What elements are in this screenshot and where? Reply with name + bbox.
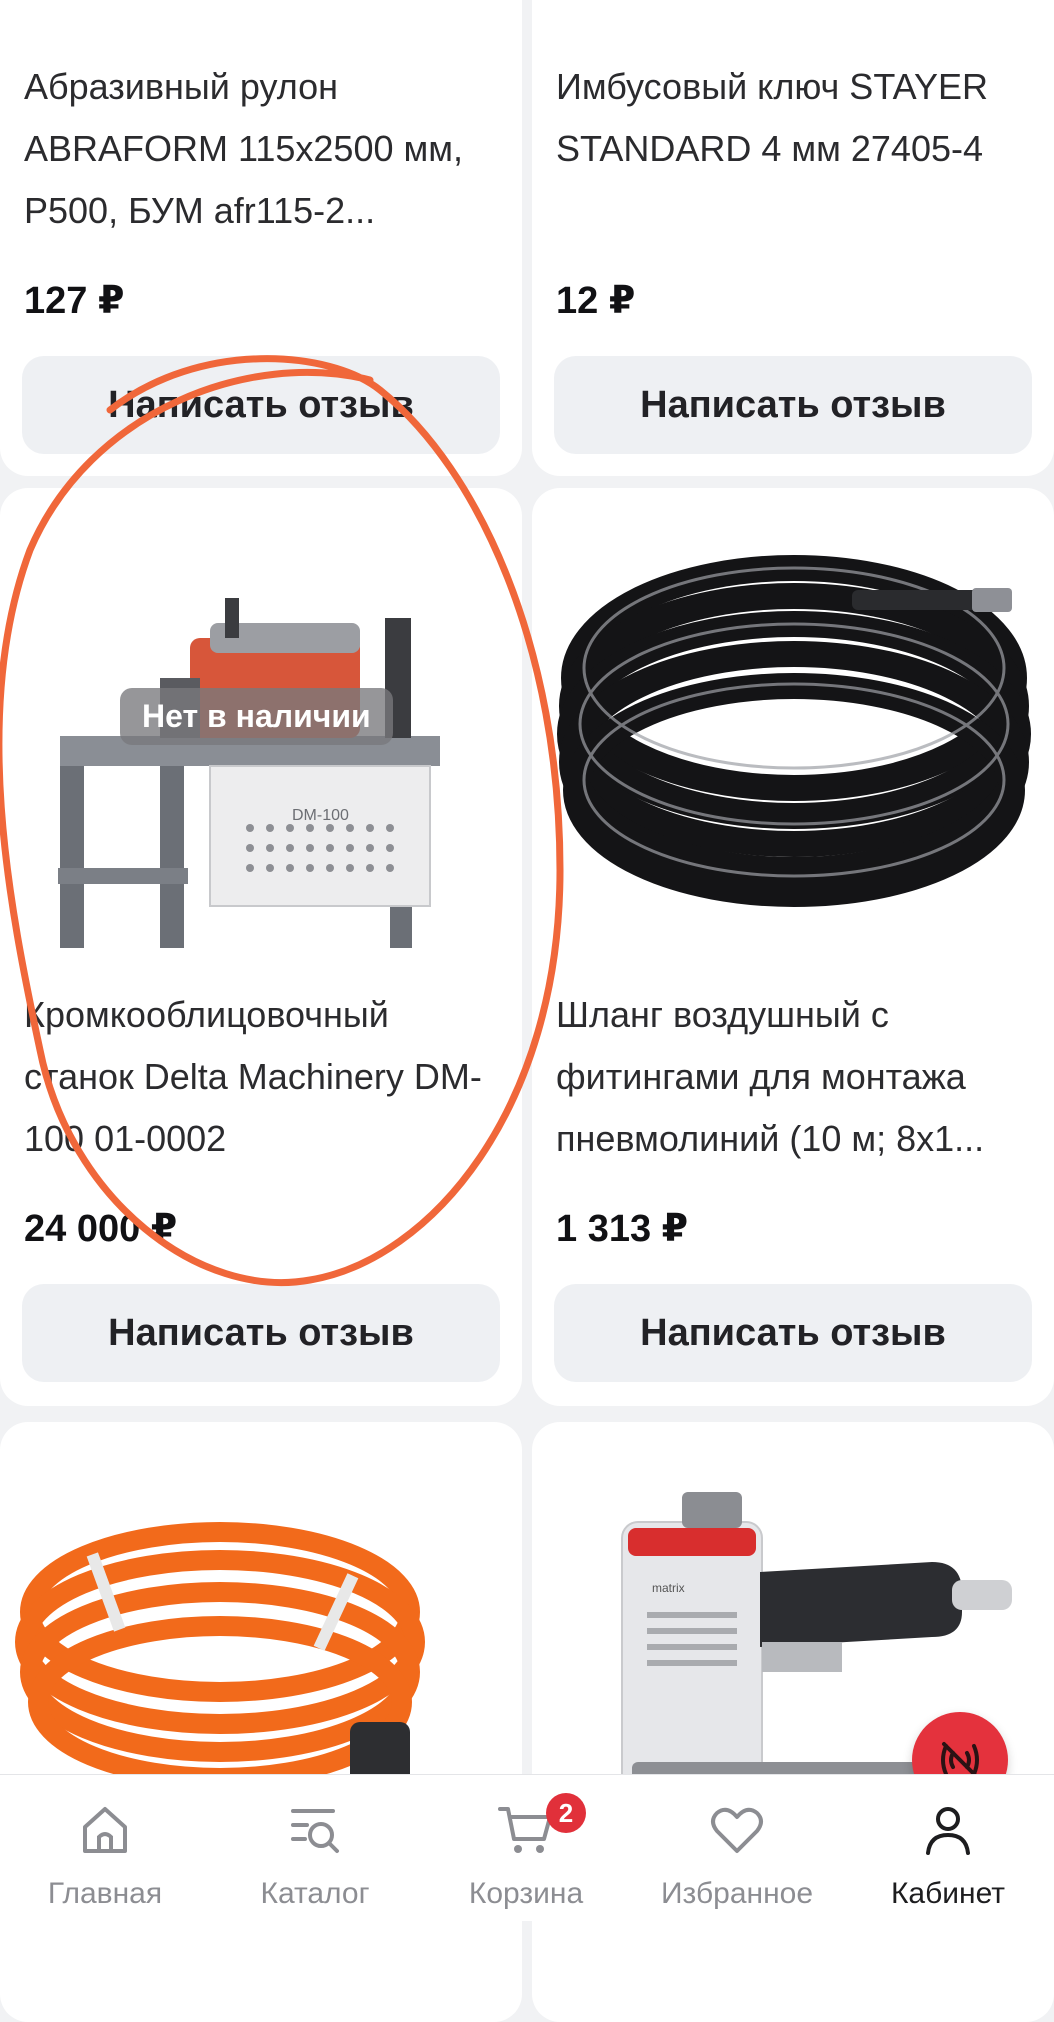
nav-label: Кабинет (890, 1877, 1006, 1910)
nav-label: Каталог (260, 1877, 370, 1910)
write-review-button[interactable]: Написать отзыв (554, 356, 1032, 454)
write-review-button[interactable]: Написать отзыв (22, 356, 500, 454)
write-review-button[interactable]: Написать отзыв (22, 1284, 500, 1382)
cart-count-badge: 2 (546, 1793, 586, 1833)
nav-label: Главная (47, 1877, 163, 1910)
product-price: 12 ₽ (556, 280, 636, 322)
brand-label: matrix (652, 1581, 685, 1595)
product-title[interactable]: Кромкооблицовочный станок Delta Machiner… (24, 984, 502, 1170)
home-icon (83, 1807, 127, 1853)
product-price: 1 313 ₽ (556, 1208, 689, 1250)
out-of-stock-badge: Нет в наличии (120, 688, 393, 745)
bottom-navigation: Главная Каталог Корзина 2 Избранное Каби… (0, 1774, 1054, 1921)
nav-item-home[interactable]: Главная (5, 1775, 205, 1921)
edge-banding-machine-image[interactable]: DM-100 (0, 528, 522, 968)
nav-item-cart[interactable]: Корзина (426, 1775, 626, 1921)
product-card[interactable]: Шланг воздушный с фитингами для монтажа … (532, 488, 1054, 1406)
product-title[interactable]: Абразивный рулон ABRAFORM 115x2500 мм, Р… (24, 56, 502, 242)
product-card[interactable]: DM-100 Нет в наличии Кромкооблицовочный … (0, 488, 522, 1406)
nav-label: Корзина (468, 1877, 584, 1910)
product-price: 24 000 ₽ (24, 1208, 178, 1250)
product-title[interactable]: Шланг воздушный с фитингами для монтажа … (556, 984, 1034, 1170)
product-price: 127 ₽ (24, 280, 125, 322)
nav-item-catalog[interactable]: Каталог (215, 1775, 415, 1921)
product-card[interactable] (0, 1422, 522, 2022)
catalog-search-icon (291, 1809, 339, 1853)
machine-model-label: DM-100 (292, 807, 349, 824)
user-icon (926, 1807, 970, 1855)
air-hose-image[interactable] (532, 528, 1054, 968)
product-title[interactable]: Имбусовый ключ STAYER STANDARD 4 мм 2740… (556, 56, 1034, 180)
write-review-button[interactable]: Написать отзыв (554, 1284, 1032, 1382)
product-card[interactable]: Абразивный рулон ABRAFORM 115x2500 мм, Р… (0, 0, 522, 476)
nav-item-account[interactable]: Кабинет (848, 1775, 1048, 1921)
product-card[interactable]: Имбусовый ключ STAYER STANDARD 4 мм 2740… (532, 0, 1054, 476)
nav-item-favorites[interactable]: Избранное (637, 1775, 837, 1921)
nav-label: Избранное (660, 1877, 814, 1910)
heart-icon (711, 1807, 763, 1853)
